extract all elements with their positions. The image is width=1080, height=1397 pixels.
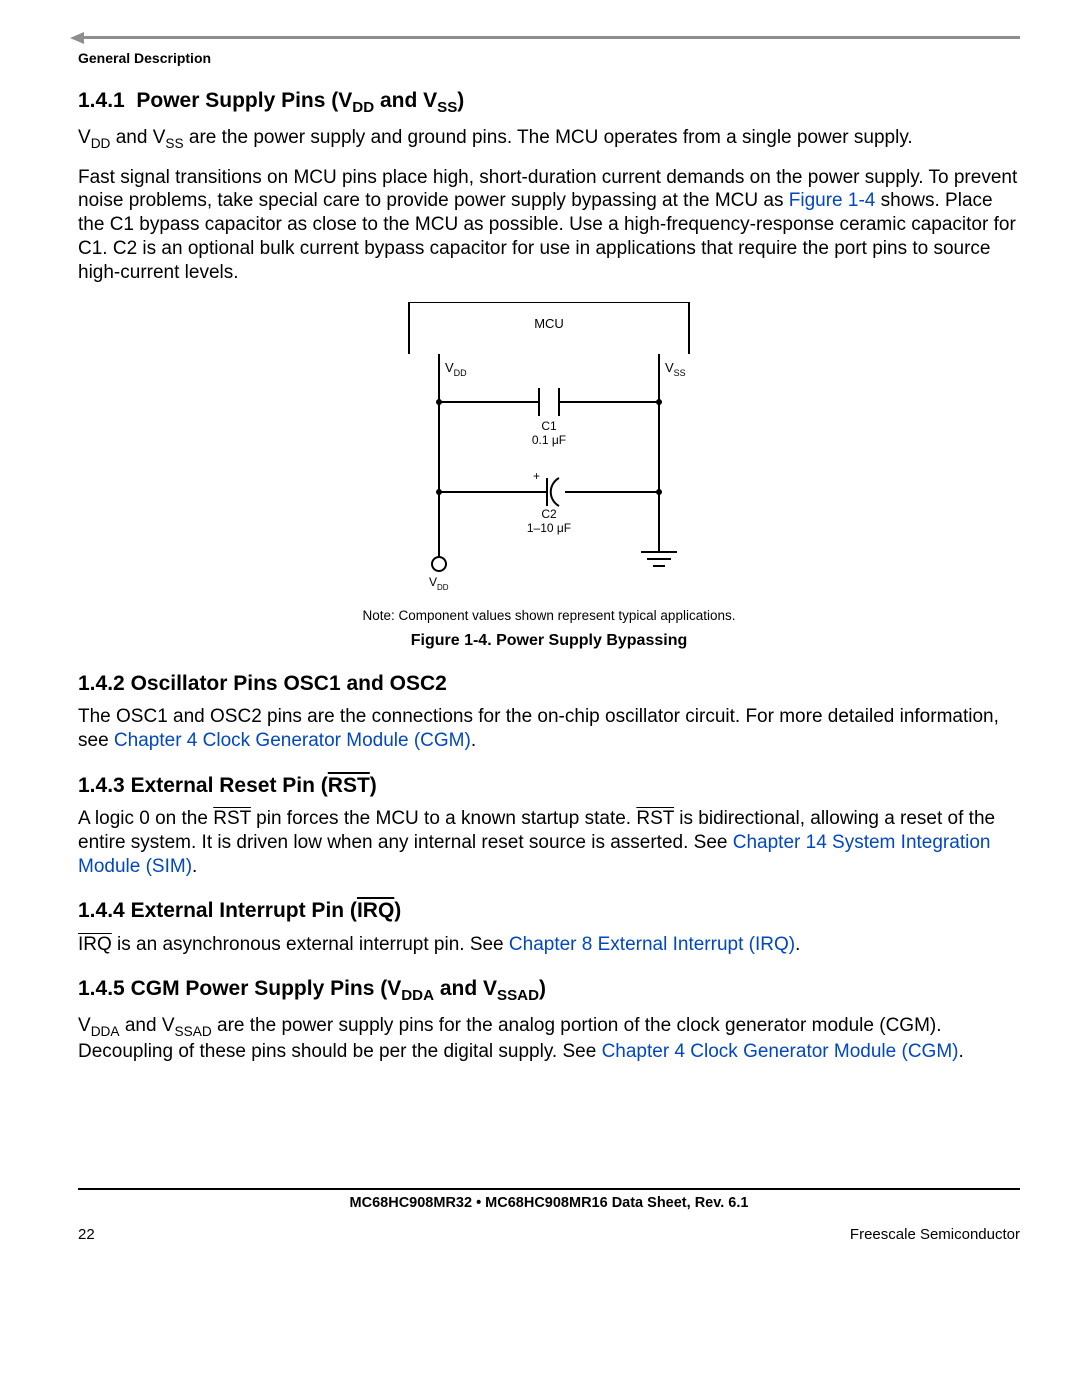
power-supply-bypassing-diagram-icon: MCU VDD VSS C1 0.1 μF [369,302,729,602]
paragraph: VDDA and VSSAD are the power supply pins… [78,1014,1020,1064]
svg-text:C1: C1 [541,419,557,433]
figure-1-4-link[interactable]: Figure 1-4 [789,190,876,211]
svg-text:0.1 μF: 0.1 μF [532,433,566,447]
header-rule-triangle-icon [70,32,84,44]
header-rule [78,36,1020,44]
header-section-label: General Description [78,50,1020,68]
heading-number: 1.4.1 [78,89,125,112]
paragraph: IRQ is an asynchronous external interrup… [78,933,1020,957]
paragraph: The OSC1 and OSC2 pins are the connectio… [78,705,1020,753]
svg-text:VDD: VDD [429,575,449,592]
heading-1-4-2: 1.4.2 Oscillator Pins OSC1 and OSC2 [78,671,1020,697]
paragraph: A logic 0 on the RST pin forces the MCU … [78,807,1020,878]
heading-1-4-1: 1.4.1 Power Supply Pins (VDD and VSS) [78,88,1020,118]
svg-text:C2: C2 [541,507,557,521]
svg-text:VSS: VSS [665,360,686,378]
footer-company: Freescale Semiconductor [850,1226,1020,1245]
svg-text:MCU: MCU [534,316,564,331]
figure-1-4: MCU VDD VSS C1 0.1 μF [369,302,729,602]
heading-number: 1.4.5 [78,977,125,1000]
svg-text:+: + [533,469,540,483]
heading-number: 1.4.4 [78,899,125,922]
paragraph: Fast signal transitions on MCU pins plac… [78,166,1020,285]
svg-text:VDD: VDD [445,360,467,378]
chapter-4-cgm-link-2[interactable]: Chapter 4 Clock Generator Module (CGM) [602,1041,959,1062]
footer-page-number: 22 [78,1226,95,1245]
heading-1-4-4: 1.4.4 External Interrupt Pin (IRQ) [78,898,1020,924]
chapter-8-irq-link[interactable]: Chapter 8 External Interrupt (IRQ) [509,934,795,955]
figure-caption: Figure 1-4. Power Supply Bypassing [78,631,1020,651]
heading-1-4-3: 1.4.3 External Reset Pin (RST) [78,773,1020,799]
footer-doc-title: MC68HC908MR32 • MC68HC908MR16 Data Sheet… [78,1188,1020,1212]
heading-number: 1.4.2 [78,672,125,695]
figure-note: Note: Component values shown represent t… [78,608,1020,625]
svg-text:1–10 μF: 1–10 μF [527,521,571,535]
chapter-4-cgm-link[interactable]: Chapter 4 Clock Generator Module (CGM) [114,730,471,751]
heading-1-4-5: 1.4.5 CGM Power Supply Pins (VDDA and VS… [78,976,1020,1006]
heading-number: 1.4.3 [78,774,125,797]
paragraph: VDD and VSS are the power supply and gro… [78,126,1020,152]
